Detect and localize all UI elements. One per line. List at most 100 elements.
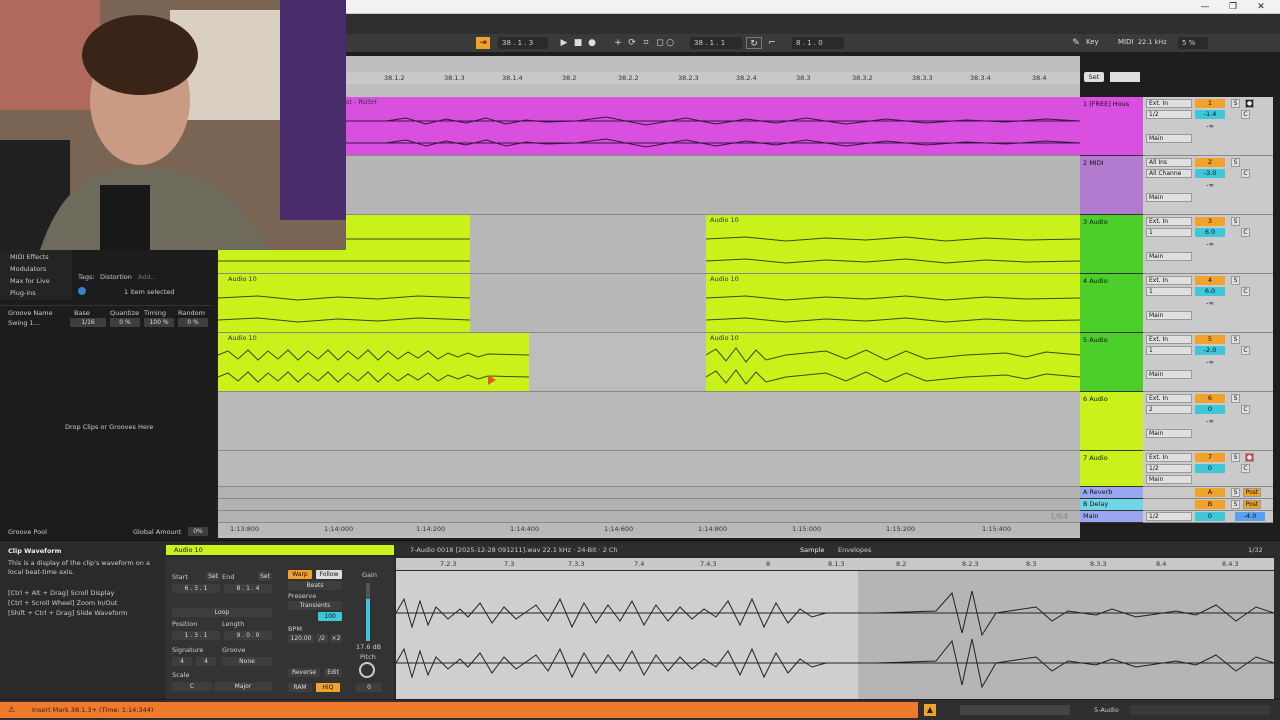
input-channel-select[interactable]: 1/2 bbox=[1146, 464, 1192, 473]
groove-select[interactable]: None bbox=[222, 657, 272, 666]
output-select[interactable]: Main bbox=[1146, 370, 1192, 379]
output-select[interactable]: Main bbox=[1146, 475, 1192, 484]
grid-setting[interactable]: 1/32 bbox=[1248, 546, 1263, 554]
input-channel-select[interactable]: 1 bbox=[1146, 287, 1192, 296]
warp-button[interactable]: Warp bbox=[288, 570, 312, 579]
main-channel-select[interactable]: 1/2 bbox=[1146, 512, 1192, 521]
view-toggles[interactable] bbox=[1130, 705, 1270, 715]
volume-field[interactable]: 6.0 bbox=[1195, 228, 1225, 237]
solo-button[interactable]: S bbox=[1231, 217, 1240, 226]
pan-field[interactable]: C bbox=[1241, 110, 1250, 119]
volume-field[interactable]: -1.4 bbox=[1195, 110, 1225, 119]
pan-field[interactable]: C bbox=[1241, 287, 1250, 296]
output-select[interactable]: Main bbox=[1146, 429, 1192, 438]
end-set-button[interactable]: Set bbox=[258, 572, 272, 581]
solo-button[interactable]: S bbox=[1231, 158, 1240, 167]
track-lane-5[interactable]: Audio 10 Audio 10 bbox=[218, 333, 1080, 392]
tab-envelopes[interactable]: Envelopes bbox=[838, 546, 871, 554]
solo-button[interactable]: S bbox=[1231, 276, 1240, 285]
main-lane[interactable] bbox=[218, 511, 1080, 523]
output-select[interactable]: Main bbox=[1146, 134, 1192, 143]
clip-audio10[interactable]: Audio 10 bbox=[706, 274, 1080, 332]
input-channel-select[interactable]: 1 bbox=[1146, 346, 1192, 355]
metronome-icon[interactable]: ○ bbox=[664, 37, 676, 49]
solo-button[interactable]: S bbox=[1231, 394, 1240, 403]
track-header-1[interactable]: 1 [FREE] Hous bbox=[1080, 97, 1143, 156]
return-lane-b[interactable] bbox=[218, 499, 1080, 511]
pan-field[interactable]: C bbox=[1241, 346, 1250, 355]
return-header-a[interactable]: A Reverb bbox=[1080, 487, 1143, 499]
gain-slider[interactable] bbox=[366, 583, 370, 641]
global-amount-field[interactable]: 0% bbox=[188, 527, 208, 536]
restore-icon[interactable]: ❐ bbox=[1226, 1, 1240, 13]
reverse-button[interactable]: Reverse bbox=[288, 668, 320, 677]
loop-button[interactable]: Loop bbox=[172, 608, 272, 617]
beat-ruler[interactable]: 38.1.2 38.1.3 38.1.4 38.2 38.2.2 38.2.3 … bbox=[346, 72, 1080, 84]
pan-field[interactable]: C bbox=[1241, 405, 1250, 414]
input-type-select[interactable]: Ext. In bbox=[1146, 276, 1192, 285]
post-button[interactable]: Post bbox=[1243, 488, 1261, 497]
input-type-select[interactable]: Ext. In bbox=[1146, 453, 1192, 462]
clip-audio10[interactable]: Audio 10 bbox=[218, 274, 470, 332]
input-type-select[interactable]: Ext. In bbox=[1146, 99, 1192, 108]
tab-sample[interactable]: Sample bbox=[800, 546, 824, 554]
main-volume[interactable]: 0 bbox=[1195, 512, 1225, 521]
locator-nav[interactable] bbox=[1110, 72, 1140, 82]
solo-button[interactable]: S bbox=[1231, 335, 1240, 344]
track-activator[interactable]: 5 bbox=[1195, 335, 1225, 344]
play-icon[interactable]: ▶ bbox=[558, 37, 570, 49]
category-max-for-live[interactable]: Max for Live bbox=[10, 277, 50, 285]
input-type-select[interactable]: Ext. In bbox=[1146, 335, 1192, 344]
track-header-2[interactable]: 2 MIDI bbox=[1080, 156, 1143, 215]
capture-icon[interactable]: ⌗ bbox=[640, 37, 652, 49]
pitch-field[interactable]: 0 bbox=[356, 683, 382, 692]
follow-icon[interactable]: ⇥ bbox=[476, 37, 490, 49]
bpm-field[interactable]: 120.00 bbox=[288, 634, 314, 643]
clip-audio10[interactable]: Audio 10 bbox=[706, 215, 1080, 273]
input-type-select[interactable]: Ext. In bbox=[1146, 217, 1192, 226]
send-field[interactable]: -∞ bbox=[1195, 358, 1225, 367]
pan-field[interactable]: C bbox=[1241, 228, 1250, 237]
groove-timing[interactable]: 100 % bbox=[144, 318, 174, 327]
return-header-b[interactable]: B Delay bbox=[1080, 499, 1143, 511]
volume-field[interactable]: 0 bbox=[1195, 405, 1225, 414]
volume-field[interactable]: 6.0 bbox=[1195, 287, 1225, 296]
start-field[interactable]: 6 . 3 . 1 bbox=[172, 584, 220, 593]
edit-button[interactable]: Edit bbox=[324, 668, 342, 677]
pitch-knob[interactable] bbox=[359, 662, 375, 678]
clip-title-bar[interactable]: Audio 10 bbox=[166, 545, 394, 555]
signature-numerator[interactable]: 4 bbox=[172, 657, 192, 666]
main-pan[interactable]: -4.0 bbox=[1235, 512, 1265, 521]
track-lane-2[interactable] bbox=[218, 156, 1080, 215]
pan-field[interactable]: C bbox=[1241, 169, 1250, 178]
arm-button[interactable]: ● bbox=[1245, 453, 1254, 462]
input-channel-select[interactable]: 2 bbox=[1146, 405, 1192, 414]
double-tempo-button[interactable]: ×2 bbox=[330, 634, 342, 643]
return-activator[interactable]: B bbox=[1195, 500, 1225, 509]
send-field[interactable]: -∞ bbox=[1195, 299, 1225, 308]
solo-button[interactable]: S bbox=[1231, 500, 1240, 509]
arm-button[interactable]: ● bbox=[1245, 99, 1254, 108]
solo-button[interactable]: S bbox=[1231, 453, 1240, 462]
song-position[interactable]: 38 . 1 . 3 bbox=[498, 37, 548, 49]
volume-field[interactable]: -2.0 bbox=[1195, 346, 1225, 355]
input-channel-select[interactable]: 1/2 bbox=[1146, 110, 1192, 119]
send-field[interactable]: -∞ bbox=[1195, 240, 1225, 249]
minimize-icon[interactable]: — bbox=[1198, 1, 1212, 13]
clip-audio10[interactable]: Audio 10 bbox=[218, 333, 529, 391]
record-icon[interactable]: ● bbox=[586, 37, 598, 49]
clip-audio10[interactable]: Audio 10 bbox=[706, 333, 1080, 391]
loop-start-field[interactable]: 38 . 1 . 1 bbox=[690, 37, 742, 49]
output-select[interactable]: Main bbox=[1146, 193, 1192, 202]
transient-envelope[interactable]: 100 bbox=[318, 612, 342, 621]
return-lane-a[interactable] bbox=[218, 487, 1080, 499]
output-select[interactable]: Main bbox=[1146, 311, 1192, 320]
stop-icon[interactable]: ■ bbox=[572, 37, 584, 49]
automation-arm-icon[interactable]: ⟳ bbox=[626, 37, 638, 49]
time-ruler[interactable]: 1:13:800 1:14:000 1:14:200 1:14:400 1:14… bbox=[218, 523, 1080, 535]
input-channel-select[interactable]: 1 bbox=[1146, 228, 1192, 237]
groove-random[interactable]: 0 % bbox=[178, 318, 208, 327]
sample-ruler[interactable]: 7.2.3 7.3 7.3.3 7.4 7.4.3 8 8.1.3 8.2 8.… bbox=[396, 558, 1274, 570]
sample-waveform-display[interactable] bbox=[396, 571, 1274, 699]
loop-length-field[interactable]: 8 . 1 . 0 bbox=[792, 37, 844, 49]
